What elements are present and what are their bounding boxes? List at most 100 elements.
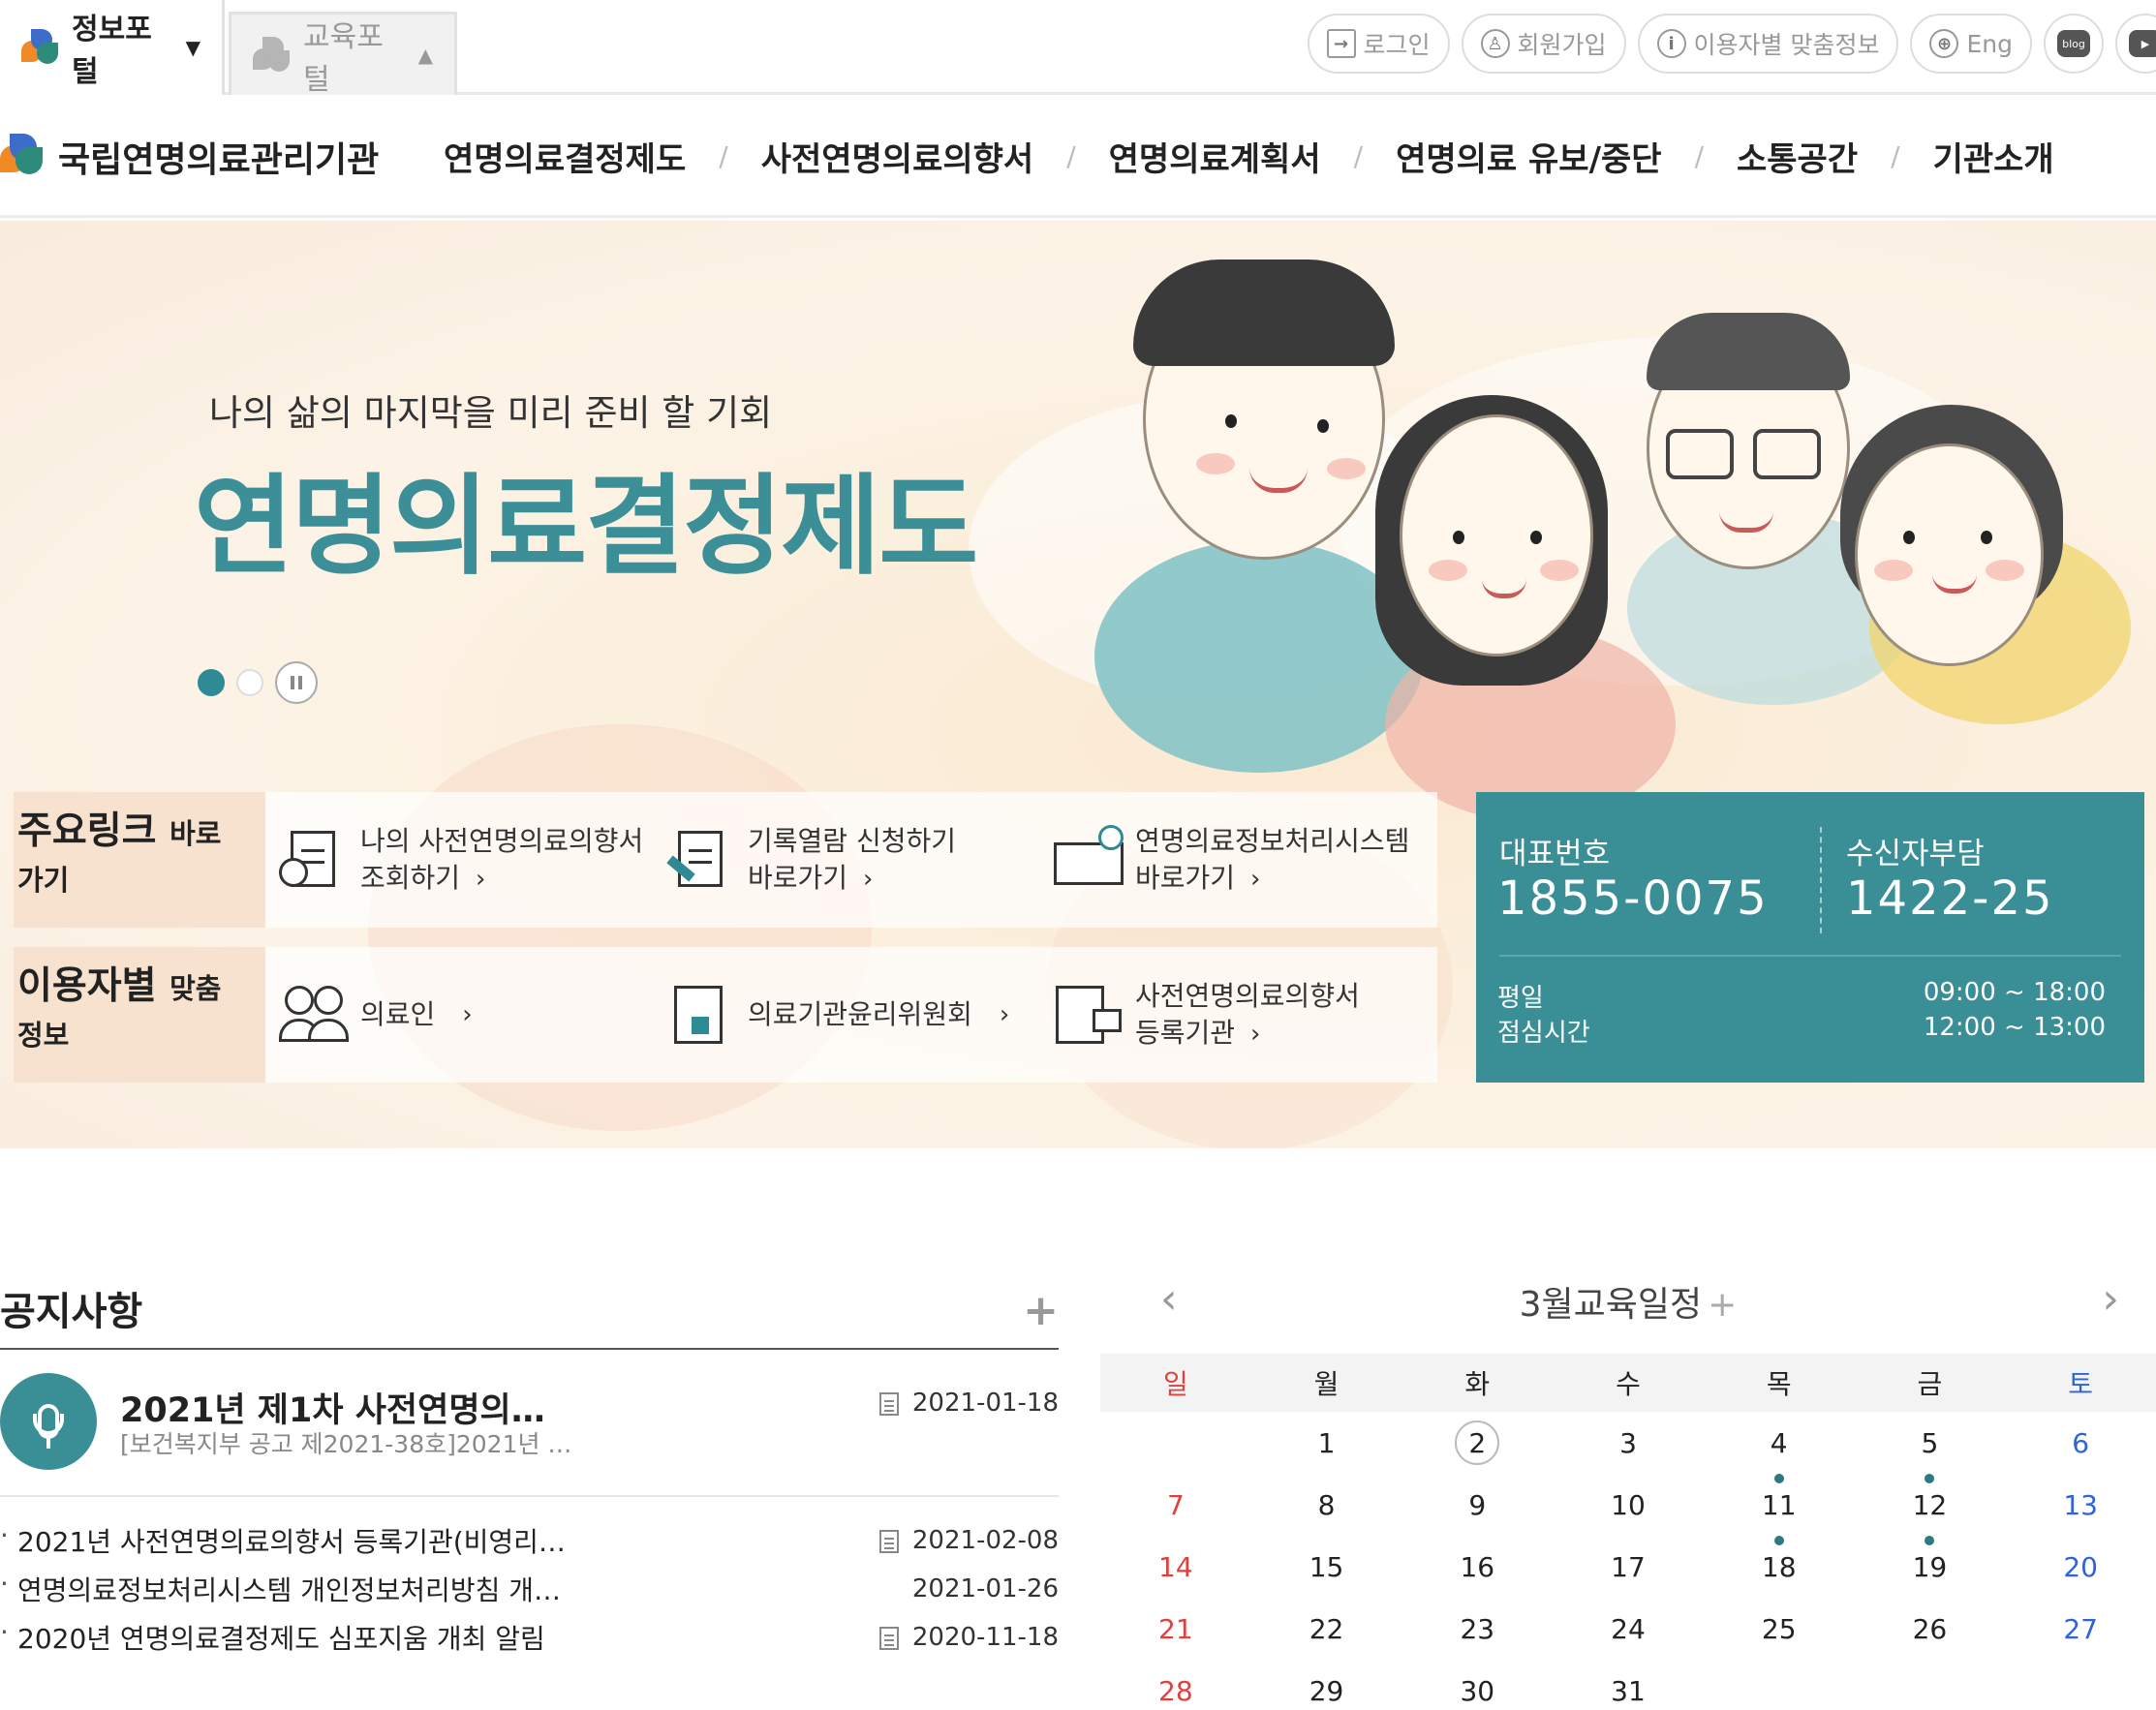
link-medical-staff[interactable]: 의료인 ›	[279, 980, 666, 1050]
calendar-day-number: 24	[1611, 1612, 1646, 1645]
signup-label: 회원가입	[1517, 31, 1607, 59]
calendar-day[interactable]: 8	[1251, 1474, 1402, 1536]
calendar-day[interactable]: 26	[1855, 1598, 2006, 1660]
quick-links-main: 주요링크 바로 가기 나의 사전연명의료의향서 조회하기 › 기록열람 신청하기 …	[14, 792, 1437, 928]
calendar-day[interactable]: 6	[2005, 1412, 2156, 1474]
event-dot-icon	[1773, 1474, 1784, 1483]
attachment-icon	[878, 1529, 899, 1553]
quick-links-label: 주요링크 바로 가기	[14, 792, 265, 928]
attachment-icon	[878, 1391, 899, 1416]
calendar-day-number: 3	[1619, 1426, 1637, 1459]
notice-item-title[interactable]: 2021년 사전연명의료의향서 등록기관(비영리…	[0, 1519, 566, 1560]
calendar-day[interactable]: 28	[1100, 1660, 1251, 1710]
calendar-day[interactable]: 12	[1855, 1474, 2006, 1536]
login-button[interactable]: → 로그인	[1307, 14, 1450, 74]
weekday-sun: 일	[1162, 1368, 1188, 1400]
calendar-day[interactable]: 22	[1251, 1598, 1402, 1660]
calendar-day[interactable]: 29	[1251, 1660, 1402, 1710]
calendar-day-number: 31	[1611, 1674, 1646, 1707]
event-dot-icon	[1773, 1536, 1784, 1545]
tab-edu-portal[interactable]: 교육포털 ▲	[229, 12, 457, 97]
list-item[interactable]: 2021년 사전연명의료의향서 등록기관(비영리… 2021-02-08	[0, 1516, 1059, 1565]
tab-info-portal[interactable]: 정보포털 ▼	[0, 0, 225, 95]
user-links-label: 이용자별 맞춤 정보	[14, 947, 265, 1083]
gnb-item-advance-directive[interactable]: 사전연명의료의향서	[750, 133, 1046, 180]
gnb-item-community[interactable]: 소통공간	[1725, 133, 1869, 180]
slide-indicator-2[interactable]	[236, 669, 263, 696]
caret-down-icon: ▼	[185, 36, 200, 59]
signup-button[interactable]: ♙ 회원가입	[1461, 14, 1626, 74]
calendar-day[interactable]: 5	[1855, 1412, 2006, 1474]
featured-notice[interactable]: 2021년 제1차 사전연명의… [보건복지부 공고 제2021-38호]202…	[0, 1352, 1059, 1497]
notice-more-button[interactable]: +	[1023, 1286, 1059, 1335]
list-item[interactable]: 2020년 연명의료결정제도 심포지움 개최 알림 2020-11-18	[0, 1613, 1059, 1662]
gnb-item-withhold-withdraw[interactable]: 연명의료 유보/중단	[1384, 133, 1674, 180]
blog-button[interactable]: blog	[2044, 14, 2104, 74]
calendar-day[interactable]: 31	[1553, 1660, 1704, 1710]
gnb-separator: /	[719, 140, 728, 172]
calendar-day[interactable]: 2	[1401, 1412, 1553, 1474]
main-number: 1855-0075	[1497, 871, 1769, 926]
calendar-day[interactable]: 20	[2005, 1536, 2156, 1598]
gnb-item-treatment-plan[interactable]: 연명의료계획서	[1097, 133, 1333, 180]
link-text-line2: 조회하기	[360, 861, 461, 894]
calendar-day[interactable]: 16	[1401, 1536, 1553, 1598]
calendar-day[interactable]: 14	[1100, 1536, 1251, 1598]
chevron-right-icon[interactable]: ›	[2102, 1274, 2119, 1324]
link-ethics-committee[interactable]: 의료기관윤리위원회 ›	[666, 980, 1054, 1050]
calendar-empty-cell	[1100, 1412, 1251, 1474]
calendar-day[interactable]: 24	[1553, 1598, 1704, 1660]
pause-icon[interactable]	[275, 661, 318, 704]
calendar-day[interactable]: 21	[1100, 1598, 1251, 1660]
calendar-title-wrap: 3월교육일정 +	[1100, 1276, 2156, 1327]
calendar-day[interactable]: 11	[1704, 1474, 1855, 1536]
calendar-day[interactable]: 4	[1704, 1412, 1855, 1474]
calendar-day[interactable]: 17	[1553, 1536, 1704, 1598]
system-chart-icon	[1054, 825, 1124, 895]
notice-item-title[interactable]: 2020년 연명의료결정제도 심포지움 개최 알림	[0, 1616, 545, 1657]
calendar-day[interactable]: 19	[1855, 1536, 2006, 1598]
calendar-day[interactable]: 3	[1553, 1412, 1704, 1474]
link-registration-agency[interactable]: 사전연명의료의향서 등록기관 ›	[1054, 978, 1360, 1053]
slide-indicator-1[interactable]	[198, 669, 225, 696]
list-item[interactable]: 연명의료정보처리시스템 개인정보처리방침 개… 2021-01-26	[0, 1565, 1059, 1613]
calendar-day-number: 27	[2063, 1612, 2098, 1645]
weekday-thu: 목	[1766, 1368, 1792, 1400]
notice-item-title[interactable]: 연명의료정보처리시스템 개인정보처리방침 개…	[0, 1568, 561, 1608]
link-text-line2: 바로가기	[748, 861, 848, 894]
notice-item-date: 2020-11-18	[911, 1623, 1059, 1652]
link-record-request[interactable]: 기록열람 신청하기 바로가기 ›	[666, 823, 1054, 898]
link-text-line1: 나의 사전연명의료의향서	[360, 824, 644, 857]
calendar-day[interactable]: 1	[1251, 1412, 1402, 1474]
lunch-hours: 12:00 ~ 13:00	[1923, 1013, 2106, 1042]
calendar-day[interactable]: 13	[2005, 1474, 2156, 1536]
user-info-button[interactable]: i 이용자별 맞춤정보	[1637, 14, 1899, 74]
link-my-directive[interactable]: 나의 사전연명의료의향서 조회하기 ›	[279, 823, 666, 898]
chevron-right-icon: ›	[999, 1000, 1010, 1029]
calendar-more-button[interactable]: +	[1708, 1285, 1737, 1325]
calendar-day-number: 9	[1468, 1488, 1487, 1521]
calendar-day-number: 26	[1912, 1612, 1948, 1645]
site-logo[interactable]: 국립연명의료관리기관	[0, 132, 407, 182]
calendar-day[interactable]: 27	[2005, 1598, 2156, 1660]
calendar-day[interactable]: 18	[1704, 1536, 1855, 1598]
brand-name: 국립연명의료관리기관	[58, 139, 380, 180]
hero-title: 연명의료결정제도	[194, 464, 978, 590]
calendar-day[interactable]: 10	[1553, 1474, 1704, 1536]
calendar-day[interactable]: 30	[1401, 1660, 1553, 1710]
gnb-item-decision-system[interactable]: 연명의료결정제도	[432, 133, 697, 180]
link-info-system[interactable]: 연명의료정보처리시스템 바로가기 ›	[1054, 823, 1409, 898]
user-links-body: 의료인 › 의료기관윤리위원회 › 사전연명의료의향서 등록기관 ›	[265, 947, 1437, 1083]
calendar-day[interactable]: 15	[1251, 1536, 1402, 1598]
calendar-day[interactable]: 23	[1401, 1598, 1553, 1660]
link-text-line2: 바로가기	[1135, 861, 1236, 894]
calendar-day[interactable]: 7	[1100, 1474, 1251, 1536]
event-dot-icon	[1925, 1474, 1935, 1483]
calendar-day-number: 12	[1912, 1488, 1948, 1521]
youtube-button[interactable]: ▶	[2115, 14, 2156, 74]
english-button[interactable]: ⊕ Eng	[1910, 14, 2032, 74]
calendar-day[interactable]: 9	[1401, 1474, 1553, 1536]
gnb-item-about[interactable]: 기관소개	[1922, 133, 2066, 180]
notice-header: 공지사항 +	[0, 1280, 1059, 1350]
calendar-day[interactable]: 25	[1704, 1598, 1855, 1660]
